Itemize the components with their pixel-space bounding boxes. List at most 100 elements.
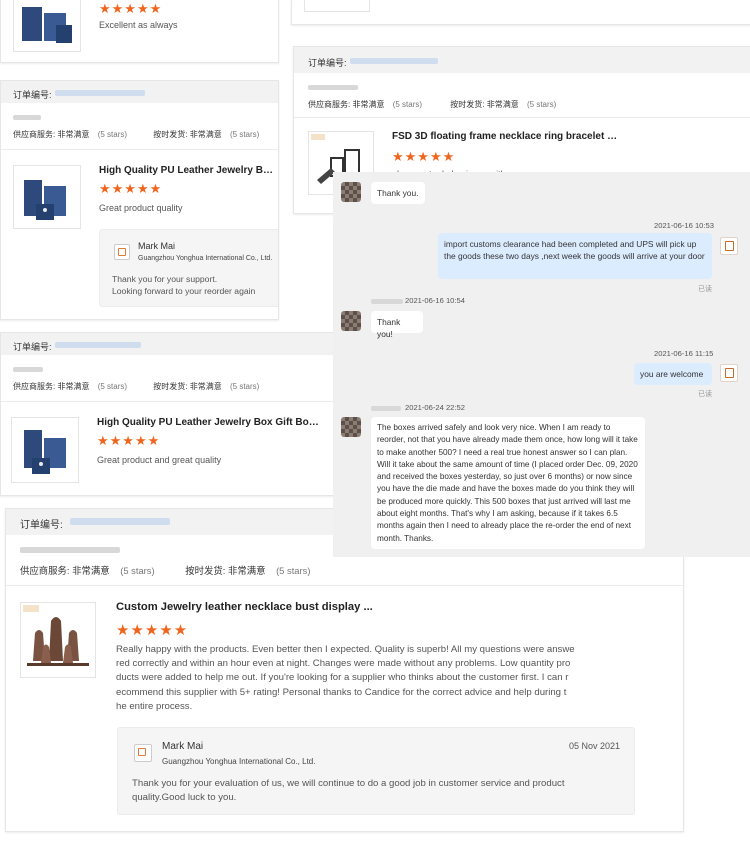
divider [1,401,334,402]
rating-stars: ★★★★★ [99,181,163,196]
chat-message-sent: you are welcome [634,363,712,385]
chat-message-received: Thank you! [371,311,423,339]
delivery-stars: (5 stars) [229,382,260,391]
supplier-service-label: 供应商服务: [13,130,56,139]
supplier-logo-icon [114,244,130,260]
read-status: 已读 [698,391,712,398]
supplier-service-label: 供应商服务: [13,382,56,391]
divider [294,117,750,118]
product-thumbnail[interactable] [20,602,96,678]
order-number-value [70,518,170,525]
product-title[interactable]: FSD 3D floating frame necklace ring brac… [392,131,620,142]
delivery-label: 按时发货: [153,130,188,139]
delivery-stars: (5 stars) [526,100,557,109]
supplier-reply: Mark Mai Guangzhou Yonghua International… [99,229,278,307]
product-thumbnail[interactable] [11,417,79,483]
product-thumbnail[interactable] [13,0,81,52]
order-date [308,85,358,90]
reply-text-line: Looking forward to your reorder again [112,286,256,297]
message-timestamp: 2021-06-24 22:52 [405,403,465,412]
supplier-service-stars: (5 stars) [97,382,128,391]
message-timestamp: 2021-06-16 10:53 [654,221,714,230]
supplier-service-label: 供应商服务: [308,100,351,109]
delivery-value: 非常满意 [189,382,222,391]
rating-stars: ★★★★★ [392,149,456,164]
rating-line: 供应商服务: 非常满意 (5 stars) 按时发货: 非常满意 (5 star… [308,99,556,110]
review-card-top: ★★★★★ Excellent as always [0,0,279,63]
supplier-logo-icon [720,237,738,255]
supplier-service-value: 非常满意 [352,100,385,109]
reply-text-line: quality.Good luck to you. [132,791,237,803]
supplier-logo-icon [134,744,152,762]
review-comment-line: ecommend this supplier with 5+ rating! P… [116,686,567,698]
avatar-icon [341,417,361,437]
order-header: 订单编号: [1,333,334,355]
product-title[interactable]: Custom Jewelry leather necklace bust dis… [116,601,416,613]
delivery-label: 按时发货: [450,100,485,109]
order-number-label: 订单编号: [13,342,52,352]
supplier-service-value: 非常满意 [72,565,110,576]
reply-company: Guangzhou Yonghua International Co., Ltd… [162,757,316,766]
rating-line: 供应商服务: 非常满意 (5 stars) 按时发货: 非常满意 (5 star… [13,129,259,140]
sender-name [371,299,403,304]
delivery-label: 按时发货: [185,565,226,576]
order-number-value [55,90,145,96]
review-comment: Great product quality [99,203,183,213]
review-card-right-top [291,0,750,25]
divider [1,149,278,150]
jewelry-box-image [22,7,72,43]
supplier-service-value: 非常满意 [57,130,90,139]
delivery-stars: (5 stars) [229,130,260,139]
product-thumbnail[interactable] [304,0,370,12]
delivery-value: 非常满意 [227,565,266,576]
product-title[interactable]: High Quality PU Leather Jewelry Box Gift… [97,417,321,428]
reply-author: Mark Mai [138,241,176,251]
reply-text-line: Thank you for your support. [112,274,218,284]
supplier-service-label: 供应商服务: [20,565,70,576]
jewelry-box-image [24,430,66,474]
supplier-service-value: 非常满意 [57,382,90,391]
avatar-icon [341,311,361,331]
chat-panel: Thank you. 2021-06-16 10:53 import custo… [333,172,750,557]
sender-name [371,406,401,411]
product-title[interactable]: High Quality PU Leather Jewelry Box G [99,165,277,176]
message-timestamp: 2021-06-16 10:54 [405,296,465,305]
review-card-b: 订单编号: 供应商服务: 非常满意 (5 stars) 按时发货: 非常满意 (… [0,332,335,496]
order-date [13,115,41,120]
supplier-logo-icon [720,364,738,382]
rating-stars: ★★★★★ [97,433,161,448]
read-status: 已读 [698,286,712,293]
supplier-service-stars: (5 stars) [97,130,128,139]
necklace-bust-image [23,605,89,666]
reply-text: Thank you for your evaluation of us, we … [132,777,565,805]
review-comment-line: ducts were added to help me out. If you'… [116,672,569,684]
product-thumbnail[interactable] [13,165,81,229]
order-number-value [55,342,141,348]
chat-message-received: Thank you. [371,182,425,204]
rating-stars: ★★★★★ [99,1,163,16]
review-comment: Really happy with the products. Even bet… [116,643,611,714]
delivery-value: 非常满意 [189,130,222,139]
order-number-label: 订单编号: [308,58,347,68]
delivery-stars: (5 stars) [276,565,311,576]
review-comment: Great product and great quality [97,455,222,465]
reply-text-line: Thank you for your evaluation of us, we … [132,778,565,789]
supplier-reply: Mark Mai Guangzhou Yonghua International… [117,727,635,815]
message-timestamp: 2021-06-16 11:15 [654,349,714,358]
order-header: 订单编号: [1,81,278,103]
chat-message-received: The boxes arrived safely and look very n… [371,417,645,549]
review-comment-line: Really happy with the products. Even bet… [116,644,575,655]
avatar-icon [341,182,361,202]
chat-message-sent: import customs clearance had been comple… [438,233,712,279]
order-number-label: 订单编号: [20,520,63,531]
rating-line: 供应商服务: 非常满意 (5 stars) 按时发货: 非常满意 (5 star… [13,381,259,392]
review-comment-line: red correctly and within an hour even at… [116,658,571,670]
rating-stars: ★★★★★ [116,622,189,639]
jewelry-box-image [24,180,66,220]
order-header: 订单编号: [294,47,750,73]
review-card-a: 订单编号: 供应商服务: 非常满意 (5 stars) 按时发货: 非常满意 (… [0,80,279,320]
delivery-label: 按时发货: [153,382,188,391]
reply-date: 05 Nov 2021 [568,741,620,751]
order-date [20,547,120,553]
supplier-service-stars: (5 stars) [120,565,155,576]
